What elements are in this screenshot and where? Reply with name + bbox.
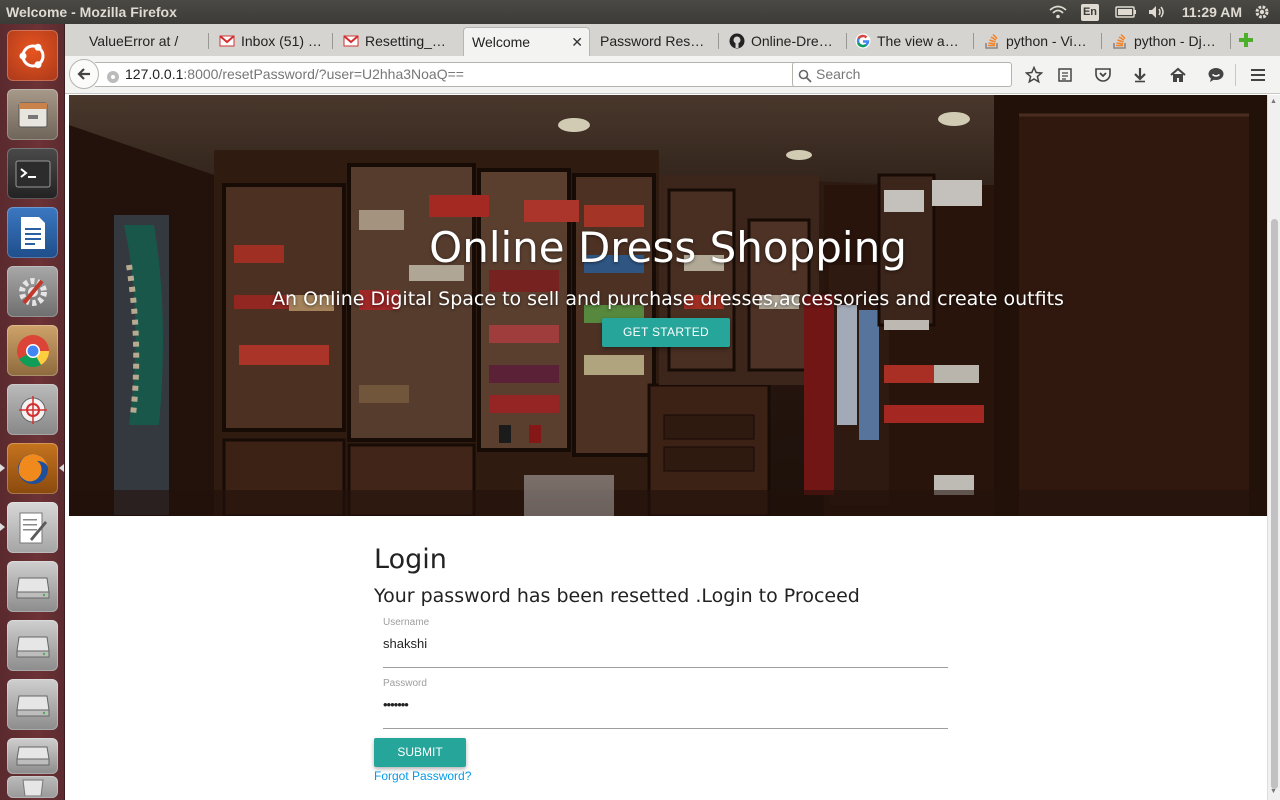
keyboard-layout-indicator[interactable]: En	[1079, 0, 1101, 24]
drive-icon[interactable]	[7, 679, 58, 730]
search-box[interactable]: Search	[792, 62, 1012, 87]
home-icon[interactable]	[1168, 65, 1188, 85]
submit-button[interactable]: SUBMIT	[374, 738, 466, 767]
login-form: Login Your password has been resetted .L…	[374, 544, 954, 783]
url-path: :8000/resetPassword/?user=U2hha3NoaQ==	[183, 66, 464, 82]
launcher	[0, 24, 65, 800]
tab-stackoverflow-1[interactable]: python - Vi…	[976, 27, 1100, 56]
ubuntu-dash-icon[interactable]	[7, 30, 58, 81]
tab-stackoverflow-2[interactable]: python - Dj…	[1104, 27, 1229, 56]
trash-icon[interactable]	[7, 776, 58, 798]
forgot-password-link[interactable]: Forgot Password?	[374, 769, 471, 783]
wifi-icon[interactable]	[1048, 0, 1068, 24]
tab-password-reset[interactable]: Password Res…	[592, 27, 717, 56]
drive-icon[interactable]	[7, 561, 58, 612]
tab-github[interactable]: Online-Dre…	[721, 27, 845, 56]
password-field[interactable]: Password •••••••	[383, 668, 948, 729]
pocket-icon[interactable]	[1093, 65, 1113, 85]
tab-inbox[interactable]: Inbox (51) …	[211, 27, 331, 56]
system-settings-icon[interactable]	[7, 266, 58, 317]
keyboard-layout-label: En	[1080, 3, 1100, 21]
hello-chat-icon[interactable]	[1206, 65, 1226, 85]
firefox-icon[interactable]	[7, 443, 58, 494]
bookmarks-list-icon[interactable]	[1055, 65, 1075, 85]
bookmark-star-icon[interactable]	[1024, 65, 1044, 85]
stackoverflow-icon	[984, 30, 1000, 49]
reset-success-message: Your password has been resetted .Login t…	[374, 585, 860, 607]
tab-bar: ValueError at / Inbox (51) … Resetting_……	[65, 24, 1280, 56]
tab-google[interactable]: The view a…	[847, 27, 972, 56]
github-icon	[729, 30, 745, 49]
username-label: Username	[383, 617, 430, 628]
url-host: 127.0.0.1	[125, 66, 184, 82]
gmail-icon	[219, 30, 235, 47]
tab-label: Online-Dre…	[751, 33, 833, 49]
close-tab-icon[interactable]: ✕	[571, 28, 583, 56]
page-scrollbar[interactable]: ▲ ▼	[1267, 95, 1280, 800]
tab-resetting[interactable]: Resetting_…	[335, 27, 460, 56]
tab-welcome[interactable]: Welcome ✕	[463, 27, 590, 56]
tab-label: Resetting_…	[365, 33, 446, 49]
back-arrow-icon	[77, 68, 90, 80]
drive-icon[interactable]	[7, 738, 58, 774]
google-icon	[855, 30, 871, 49]
battery-icon[interactable]	[1114, 0, 1138, 24]
chrome-icon[interactable]	[7, 325, 58, 376]
scroll-down-icon[interactable]: ▼	[1270, 788, 1277, 795]
username-value[interactable]: shakshi	[383, 636, 948, 651]
hero-title: Online Dress Shopping	[429, 223, 907, 272]
scrollbar-thumb[interactable]	[1271, 219, 1278, 789]
gmail-icon	[343, 30, 359, 47]
url-text: 127.0.0.1:8000/resetPassword/?user=U2hha…	[125, 63, 464, 86]
hero-subtitle: An Online Digital Space to sell and purc…	[272, 288, 1064, 310]
tab-label: The view a…	[877, 33, 959, 49]
navigation-bar: 127.0.0.1:8000/resetPassword/?user=U2hha…	[65, 56, 1280, 94]
tab-label: python - Dj…	[1134, 33, 1216, 49]
new-tab-icon[interactable]	[1237, 31, 1255, 49]
search-icon	[798, 67, 812, 83]
hamburger-menu-icon[interactable]	[1248, 65, 1268, 85]
download-icon[interactable]	[1130, 65, 1150, 85]
search-placeholder: Search	[816, 66, 861, 82]
password-underline	[383, 728, 948, 729]
page-viewport: Online Dress Shopping An Online Digital …	[65, 95, 1267, 800]
site-info-icon[interactable]	[106, 68, 120, 83]
files-icon[interactable]	[7, 89, 58, 140]
libreoffice-writer-icon[interactable]	[7, 207, 58, 258]
drive-icon[interactable]	[7, 620, 58, 671]
tab-label: Inbox (51) …	[241, 33, 322, 49]
password-value[interactable]: •••••••	[383, 697, 948, 712]
terminal-icon[interactable]	[7, 148, 58, 199]
tab-label: Welcome	[472, 34, 531, 50]
tab-valueerror[interactable]: ValueError at /	[81, 27, 207, 56]
volume-icon[interactable]	[1147, 0, 1167, 24]
login-heading: Login	[374, 544, 447, 575]
screenshot-tool-icon[interactable]	[7, 384, 58, 435]
url-bar[interactable]: 127.0.0.1:8000/resetPassword/?user=U2hha…	[95, 62, 851, 87]
tab-label: Password Res…	[600, 33, 705, 49]
username-field[interactable]: Username shakshi	[383, 607, 948, 668]
back-button[interactable]	[69, 59, 99, 89]
tab-label: python - Vi…	[1006, 33, 1087, 49]
scroll-up-icon[interactable]: ▲	[1270, 98, 1277, 105]
hero-banner: Online Dress Shopping An Online Digital …	[69, 95, 1267, 516]
gear-icon[interactable]	[1252, 0, 1272, 24]
clock[interactable]: 11:29 AM	[1180, 0, 1244, 24]
top-panel: Welcome - Mozilla Firefox En 11:29 AM	[0, 0, 1280, 24]
text-editor-icon[interactable]	[7, 502, 58, 553]
stackoverflow-icon	[1112, 30, 1128, 49]
password-label: Password	[383, 678, 427, 689]
window-title: Welcome - Mozilla Firefox	[6, 4, 177, 20]
tab-label: ValueError at /	[89, 33, 179, 49]
get-started-button[interactable]: GET STARTED	[602, 318, 730, 347]
